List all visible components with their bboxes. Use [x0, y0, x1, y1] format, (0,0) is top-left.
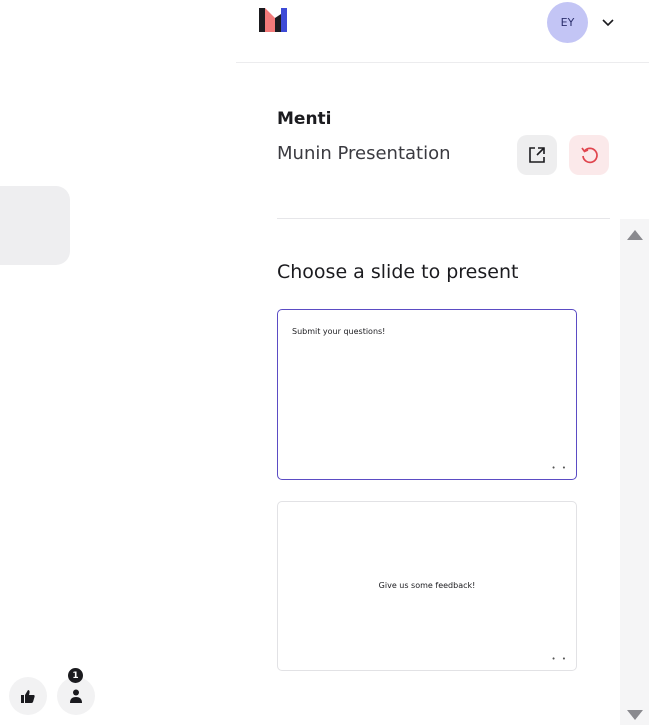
- panel-divider: [277, 218, 610, 219]
- side-card: [0, 186, 70, 265]
- avatar-initials: EY: [560, 16, 575, 29]
- participant-count-badge: 1: [68, 668, 83, 683]
- presentation-name: Munin Presentation: [277, 143, 451, 164]
- menti-logo-icon[interactable]: [259, 6, 287, 34]
- panel-scrollbar[interactable]: [620, 219, 649, 725]
- slide-2-dots: • •: [551, 655, 568, 663]
- header-divider: [236, 62, 649, 63]
- slide-thumbnail-2[interactable]: Give us some feedback! • •: [277, 501, 577, 671]
- scroll-down-arrow-icon[interactable]: [620, 705, 649, 725]
- thumbs-up-icon: [21, 690, 35, 703]
- reset-icon: [581, 147, 598, 164]
- user-avatar[interactable]: EY: [547, 2, 588, 43]
- panel-title: Menti: [277, 109, 332, 129]
- slide-1-text: Submit your questions!: [292, 327, 386, 336]
- chevron-down-icon[interactable]: [600, 14, 616, 30]
- slides-heading: Choose a slide to present: [277, 261, 519, 283]
- open-presentation-button[interactable]: [517, 135, 557, 175]
- external-link-icon: [529, 147, 545, 163]
- slide-thumbnail-1[interactable]: Submit your questions! • •: [277, 309, 577, 480]
- reset-button[interactable]: [569, 135, 609, 175]
- person-icon: [70, 689, 82, 703]
- like-button[interactable]: [9, 677, 47, 715]
- slide-2-text: Give us some feedback!: [378, 581, 476, 590]
- scroll-up-arrow-icon[interactable]: [620, 225, 649, 245]
- slide-1-dots: • •: [551, 464, 568, 472]
